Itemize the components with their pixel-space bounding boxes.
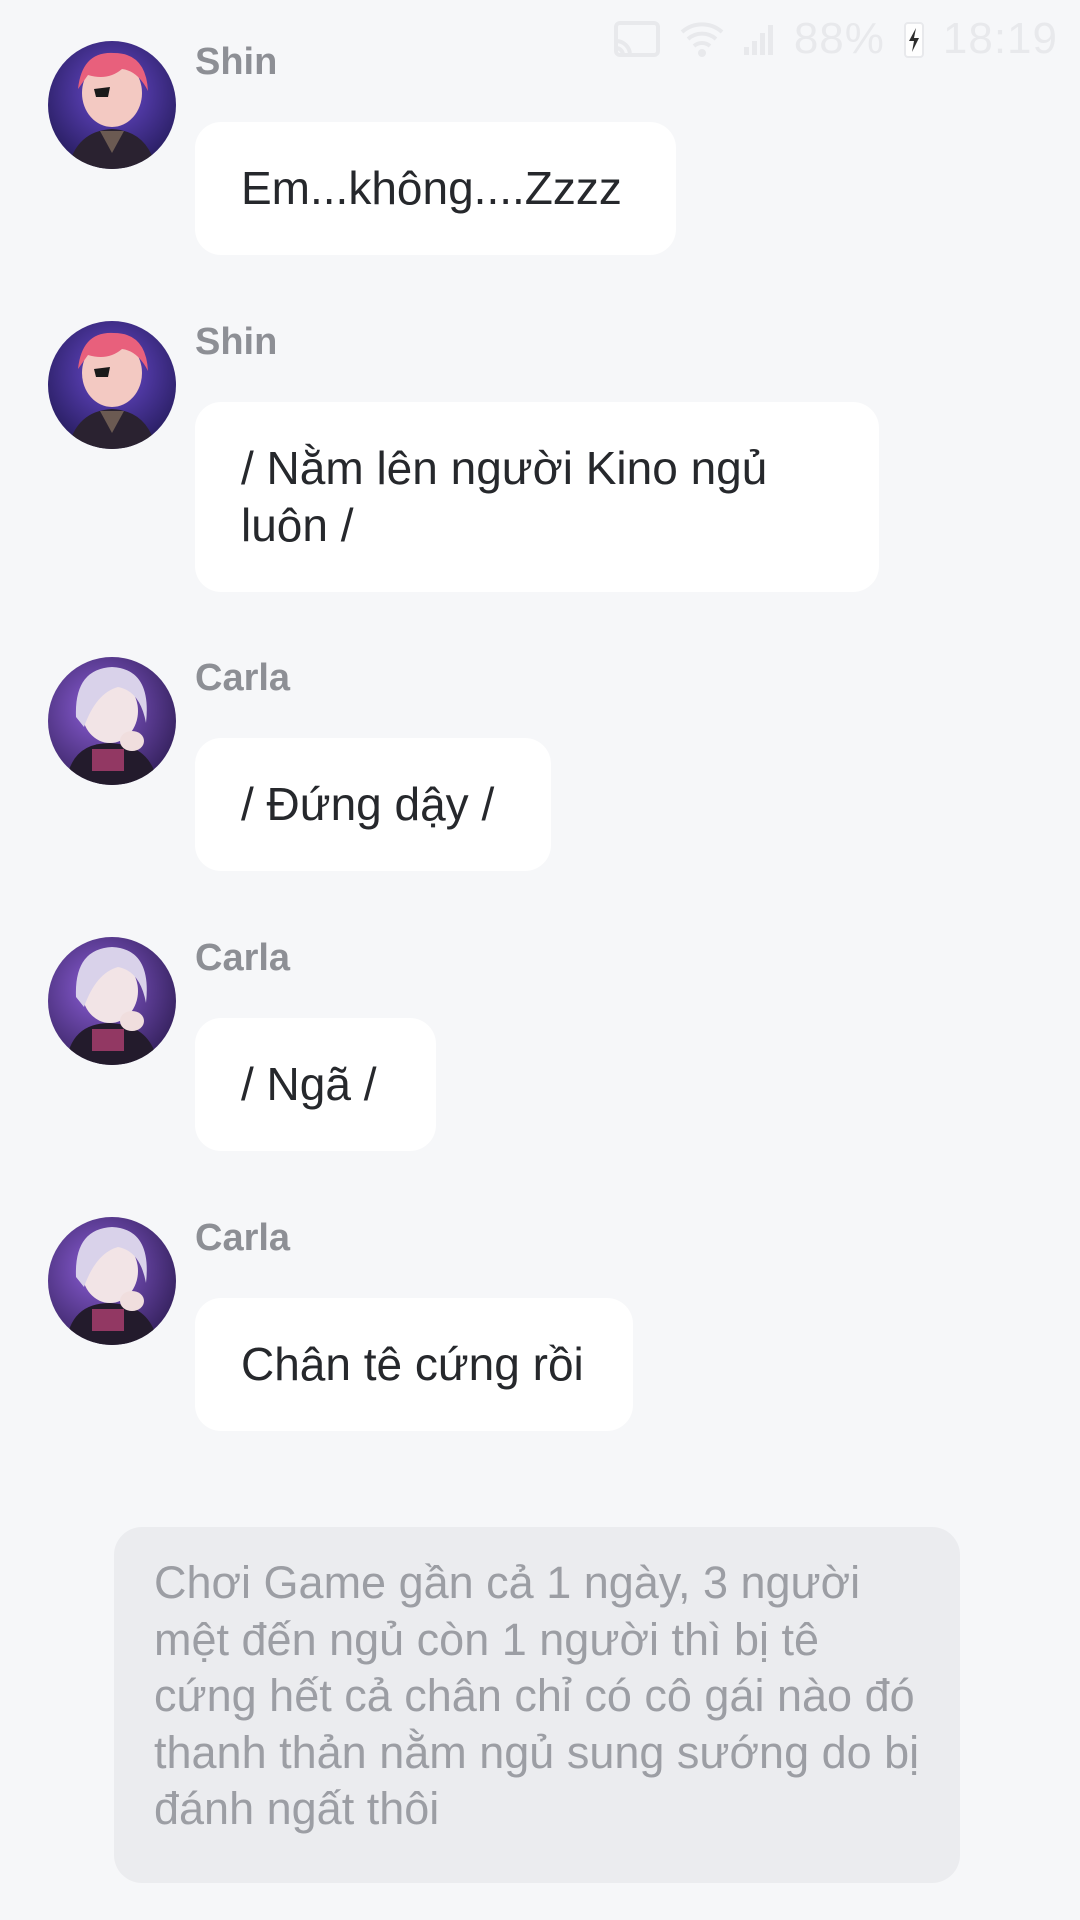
- narration-box: Chơi Game gần cả 1 ngày, 3 người mệt đến…: [114, 1527, 960, 1883]
- battery-charging-icon: [903, 19, 925, 59]
- signal-icon: [742, 21, 776, 57]
- sender-name: Carla: [195, 657, 291, 699]
- wifi-icon: [680, 20, 724, 58]
- message-bubble: Chân tê cứng rồi: [195, 1298, 633, 1431]
- carla-avatar[interactable]: [48, 937, 176, 1065]
- shin-avatar[interactable]: [48, 321, 176, 449]
- battery-percent: 88%: [793, 14, 885, 63]
- sender-name: Carla: [195, 1217, 291, 1259]
- sender-name: Carla: [195, 937, 291, 979]
- cast-icon: [612, 19, 662, 59]
- message-bubble: / Đứng dậy /: [195, 738, 551, 871]
- sender-name: Shin: [195, 41, 278, 83]
- carla-avatar[interactable]: [48, 657, 176, 785]
- chat-screen: 88% 18:19 Shin Em...không....Zzzz Shin /…: [0, 0, 1080, 1920]
- message-bubble: / Ngã /: [195, 1018, 436, 1151]
- clock: 18:19: [942, 14, 1058, 63]
- carla-avatar[interactable]: [48, 1217, 176, 1345]
- status-bar: 88% 18:19: [612, 14, 1058, 64]
- shin-avatar[interactable]: [48, 41, 176, 169]
- sender-name: Shin: [195, 321, 278, 363]
- message-bubble: / Nằm lên người Kino ngủ luôn /: [195, 402, 879, 592]
- message-bubble: Em...không....Zzzz: [195, 122, 676, 255]
